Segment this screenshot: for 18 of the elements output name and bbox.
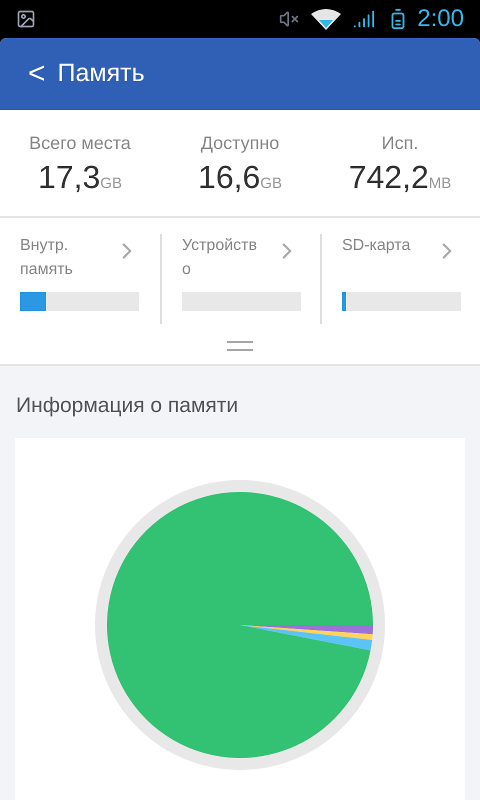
storage-tile[interactable]: Устройство	[160, 234, 320, 324]
signal-icon	[353, 8, 376, 30]
section-title: Информация о памяти	[15, 393, 240, 419]
screen-title: Память	[58, 58, 145, 90]
stat-label: Исп.	[382, 132, 418, 154]
storage-tile[interactable]: SD-карта	[320, 234, 480, 324]
muted-speaker-icon	[279, 9, 300, 29]
image-icon	[16, 9, 36, 29]
back-button[interactable]: <	[28, 59, 46, 89]
stat-label: Всего места	[29, 132, 131, 154]
stat-label: Доступно	[200, 132, 280, 155]
wifi-icon	[311, 8, 342, 30]
stat-value: 742,2MB	[348, 158, 452, 196]
stat-value: 16,6GB	[198, 158, 282, 196]
clock-time: 2:00	[417, 4, 464, 34]
stat-value: 17,3GB	[38, 158, 122, 196]
drag-handle-icon[interactable]	[227, 340, 253, 352]
storage-tile[interactable]: Внутр. память	[0, 234, 160, 324]
